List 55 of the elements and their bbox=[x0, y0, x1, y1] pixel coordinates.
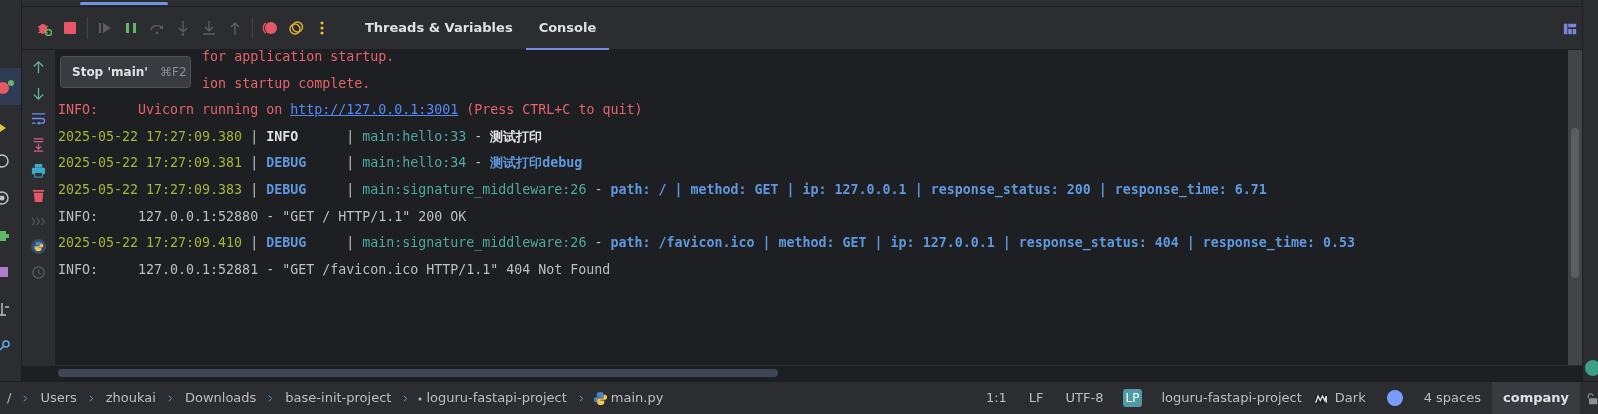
python-file-icon bbox=[592, 391, 608, 407]
chevron-icon bbox=[266, 393, 276, 405]
breadcrumb-item[interactable]: Users bbox=[37, 388, 80, 408]
status-circle-icon[interactable] bbox=[1386, 390, 1403, 406]
console-link[interactable]: http://127.0.0.1:3001 bbox=[290, 102, 459, 118]
status-item[interactable]: UTF-8 bbox=[1054, 381, 1115, 414]
console-line: 2025-05-22 17:27:09.380 | INFO | main:hello:33 - 测试打印 bbox=[58, 128, 543, 144]
bug-icon[interactable] bbox=[0, 78, 14, 95]
console-line: 2025-05-22 17:27:09.383 | DEBUG | main:signature_middleware:26 - path: / | method: GET | ip: 127.0.0.1 | response_status: 200 | response_time: 6.71 bbox=[58, 181, 1267, 197]
branch-button[interactable]: company bbox=[1492, 381, 1580, 414]
rings-icon[interactable] bbox=[288, 20, 304, 36]
lock-icon[interactable] bbox=[1586, 391, 1598, 406]
console-line: 2025-05-22 17:27:09.381 | DEBUG | main:hello:34 - 测试打印debug bbox=[58, 155, 583, 171]
vertical-scrollbar[interactable] bbox=[1568, 50, 1582, 365]
status-item[interactable]: 4 spaces bbox=[1412, 381, 1492, 414]
scrollbar-thumb[interactable] bbox=[1571, 128, 1579, 278]
console-line: 2025-05-22 17:27:09.410 | DEBUG | main:signature_middleware:26 - path: /favicon.ico | method: GET | ip: 127.0.0.1 | response_status: 404 | response_time: 0.53 bbox=[58, 235, 1355, 251]
interpreter-badge: LP bbox=[1122, 389, 1143, 407]
trash-icon[interactable] bbox=[31, 188, 46, 204]
console-line: INFO: 127.0.0.1:52880 - "GET / HTTP/1.1" 200 OK bbox=[58, 208, 467, 224]
console-line: INFO: Uvicorn running on http://127.0.0.1:3001 (Press CTRL+C to quit) bbox=[58, 102, 643, 118]
status-dot-icon bbox=[1585, 360, 1598, 376]
status-item[interactable]: Dark bbox=[1328, 381, 1377, 414]
theme-icon bbox=[1312, 392, 1329, 405]
dot-icon bbox=[417, 395, 424, 402]
breadcrumb-item[interactable]: / bbox=[4, 388, 15, 408]
layout-icon[interactable] bbox=[1563, 21, 1577, 36]
arrow-down-icon[interactable] bbox=[31, 85, 46, 101]
python-icon[interactable] bbox=[31, 239, 46, 255]
shortcut-text: ⌘F2 bbox=[160, 64, 187, 81]
pause-icon[interactable] bbox=[123, 20, 139, 36]
console-line: ion startup complete. bbox=[202, 75, 371, 91]
breakpoint-icon[interactable] bbox=[262, 20, 278, 36]
arrow-up-icon[interactable] bbox=[31, 60, 46, 76]
breadcrumb-item[interactable]: main.py bbox=[607, 388, 667, 408]
tooltip-text: Stop 'main' bbox=[72, 64, 148, 81]
console-line: INFO: 127.0.0.1:52881 - "GET /favicon.ico HTTP/1.1" 404 Not Found bbox=[58, 261, 611, 277]
tool-window-button[interactable] bbox=[0, 68, 21, 105]
breadcrumb-item[interactable]: Downloads bbox=[181, 388, 260, 408]
stop-icon[interactable] bbox=[62, 20, 78, 36]
console-line: for application startup. bbox=[202, 49, 395, 64]
scroll-end-icon[interactable] bbox=[31, 137, 46, 153]
status-item[interactable]: LF bbox=[1017, 381, 1055, 414]
breadcrumb-item[interactable]: zhoukai bbox=[102, 388, 159, 408]
tab[interactable]: Threads & Variables bbox=[352, 7, 526, 50]
printer-icon[interactable] bbox=[31, 162, 46, 178]
scrollbar-thumb[interactable] bbox=[58, 369, 778, 377]
breadcrumb-item[interactable]: loguru-fastapi-project bbox=[423, 388, 570, 408]
chevron-icon bbox=[401, 393, 411, 405]
wrap-icon[interactable] bbox=[31, 111, 46, 127]
status-item[interactable]: 1:1 bbox=[974, 381, 1018, 414]
chevron-icon bbox=[21, 393, 31, 405]
breadcrumb-item[interactable]: base-init-project bbox=[282, 388, 395, 408]
tab[interactable]: Console bbox=[525, 7, 610, 50]
status-item[interactable]: loguru-fastapi-project bbox=[1150, 381, 1313, 414]
